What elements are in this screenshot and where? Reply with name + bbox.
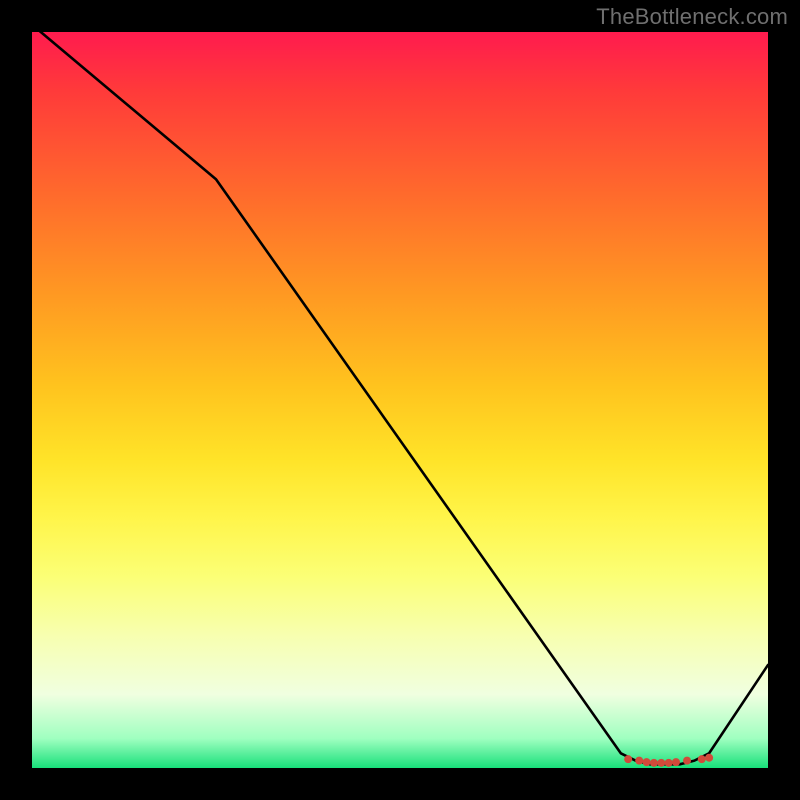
marker-dot	[665, 759, 673, 767]
line-overlay	[32, 32, 768, 768]
marker-dot	[672, 758, 680, 766]
watermark-text: TheBottleneck.com	[596, 4, 788, 30]
marker-dot	[683, 757, 691, 765]
marker-dot	[705, 754, 713, 762]
marker-dot	[624, 755, 632, 763]
marker-dot	[698, 755, 706, 763]
marker-dot	[650, 759, 658, 767]
chart-stage: TheBottleneck.com	[0, 0, 800, 800]
marker-dot	[643, 758, 651, 766]
marker-dot	[635, 757, 643, 765]
marker-group	[624, 754, 713, 767]
curve-line	[32, 25, 768, 765]
marker-dot	[657, 759, 665, 767]
